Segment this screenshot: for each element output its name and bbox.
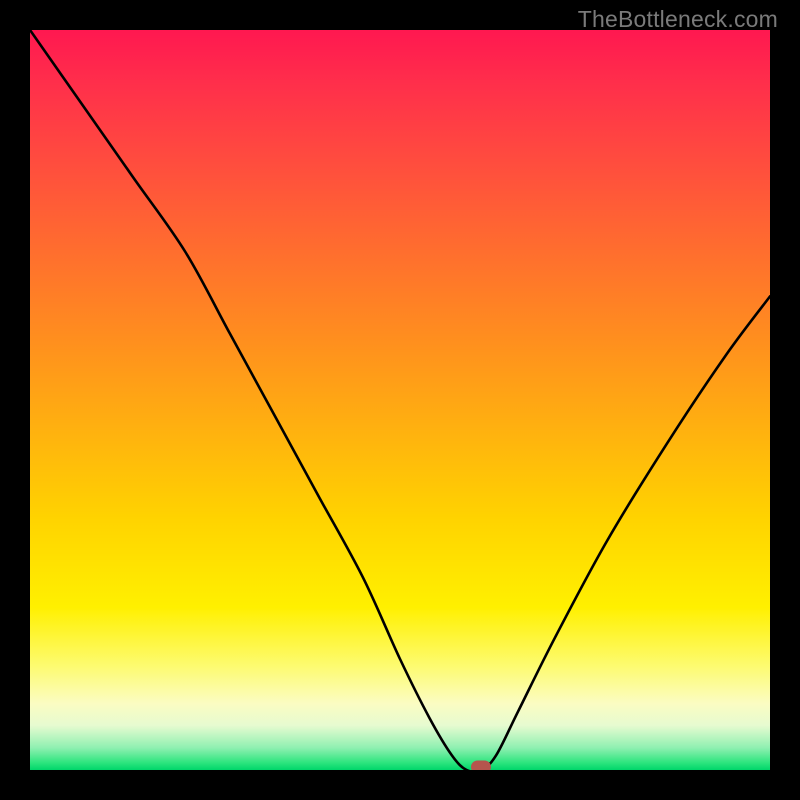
optimum-marker [471, 761, 491, 771]
chart-frame: TheBottleneck.com [0, 0, 800, 800]
watermark-text: TheBottleneck.com [578, 6, 778, 33]
plot-area [30, 30, 770, 770]
bottleneck-curve [30, 30, 770, 770]
curve-svg [30, 30, 770, 770]
